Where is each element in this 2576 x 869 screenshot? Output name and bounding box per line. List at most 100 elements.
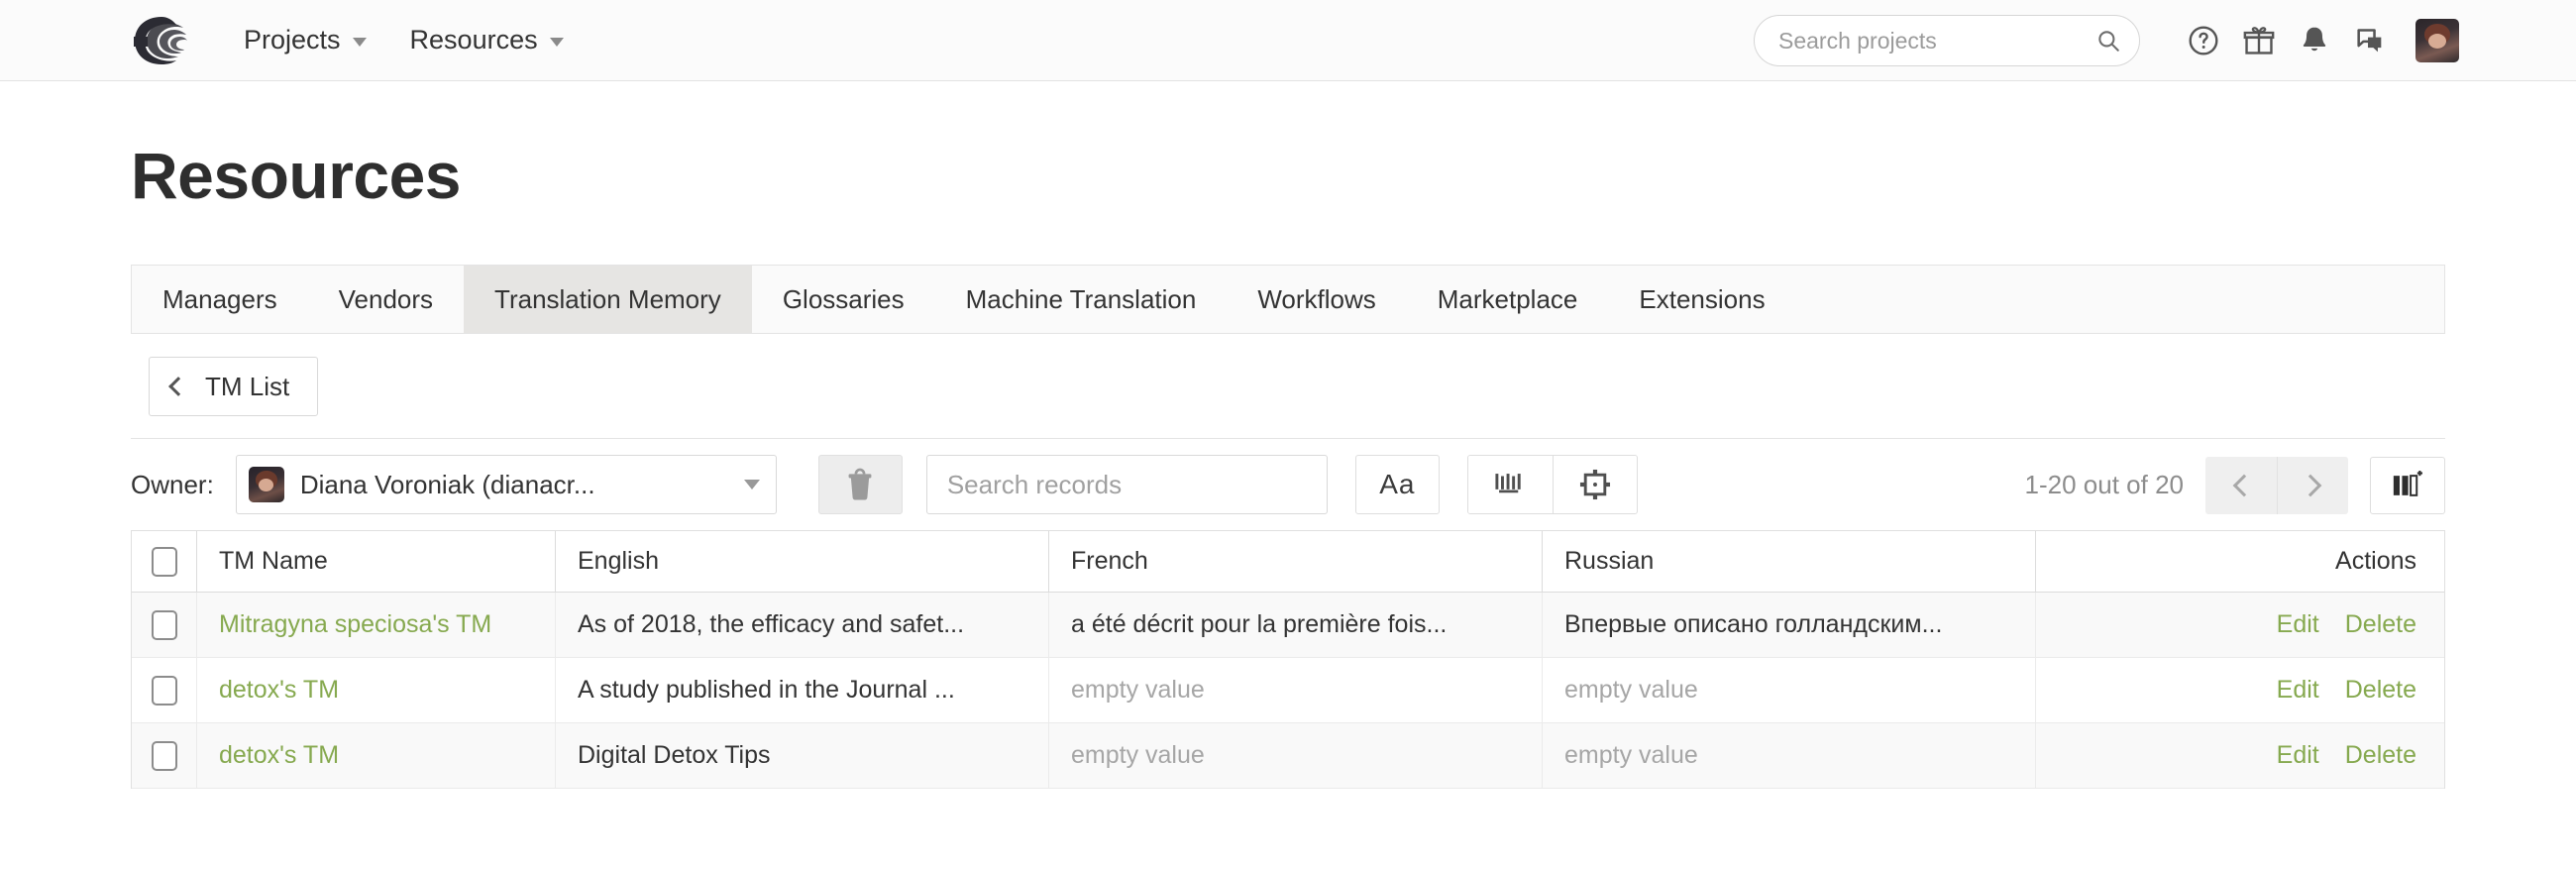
tab-translation-memory[interactable]: Translation Memory <box>464 266 752 333</box>
chat-icon[interactable] <box>2342 13 2398 68</box>
resource-tabs: Managers Vendors Translation Memory Glos… <box>131 265 2445 334</box>
owner-select-value: Diana Voroniak (dianacr... <box>299 469 595 499</box>
cell-french[interactable]: a été décrit pour la première fois... <box>1049 593 1543 657</box>
global-search[interactable] <box>1754 15 2140 66</box>
page-title: Resources <box>131 139 462 212</box>
help-icon[interactable] <box>2176 13 2231 68</box>
select-all-checkbox[interactable] <box>151 546 177 577</box>
column-header-actions: Actions <box>2335 547 2416 575</box>
chevron-right-icon <box>2299 474 2322 496</box>
pagination-count: 1-20 out of 20 <box>2024 470 2184 499</box>
column-header-english[interactable]: English <box>556 531 1049 592</box>
table-header-row: TM Name English French Russian Actions <box>132 531 2444 593</box>
tab-extensions[interactable]: Extensions <box>1608 266 1795 333</box>
cell-tm-name: detox's TM <box>197 658 556 722</box>
row-checkbox[interactable] <box>151 609 177 640</box>
cell-english[interactable]: A study published in the Journal ... <box>556 658 1049 722</box>
view-options-group <box>1466 455 1638 514</box>
table-row: detox's TM A study published in the Jour… <box>132 658 2444 723</box>
top-bar-actions <box>1754 0 2459 81</box>
avatar[interactable] <box>2415 19 2459 62</box>
delete-link[interactable]: Delete <box>2345 610 2416 639</box>
delete-link[interactable]: Delete <box>2345 676 2416 705</box>
edit-link[interactable]: Edit <box>2277 610 2319 639</box>
chevron-left-icon <box>2232 474 2255 496</box>
nav-resources-label: Resources <box>409 25 538 54</box>
row-checkbox[interactable] <box>151 740 177 771</box>
tab-glossaries[interactable]: Glossaries <box>752 266 935 333</box>
smartcat-logo[interactable] <box>131 13 192 68</box>
tm-name-link[interactable]: detox's TM <box>219 676 339 705</box>
cell-actions: Edit Delete <box>2036 723 2444 788</box>
nav-projects[interactable]: Projects <box>244 25 367 55</box>
page-content: Resources Managers Vendors Translation M… <box>0 143 2576 789</box>
column-header-russian[interactable]: Russian <box>1543 531 2036 592</box>
owner-avatar <box>248 467 284 502</box>
prev-page-button[interactable] <box>2205 456 2277 514</box>
chevron-down-icon <box>352 38 367 47</box>
table-row: detox's TM Digital Detox Tips empty valu… <box>132 723 2444 789</box>
search-records-input[interactable] <box>944 468 1309 501</box>
top-navigation-bar: Projects Resources <box>0 0 2576 81</box>
sub-navigation: TM List <box>131 334 2445 438</box>
select-all-cell <box>132 531 197 592</box>
edit-link[interactable]: Edit <box>2277 741 2319 770</box>
main-nav-links: Projects Resources <box>244 25 564 55</box>
add-column-icon <box>2393 470 2423 496</box>
tm-records-table: TM Name English French Russian Actions M… <box>131 530 2445 789</box>
row-select-cell <box>132 723 197 788</box>
table-row: Mitragyna speciosa's TM As of 2018, the … <box>132 593 2444 658</box>
pagination: 1-20 out of 20 <box>2025 439 2445 531</box>
tab-vendors[interactable]: Vendors <box>308 266 464 333</box>
tab-managers[interactable]: Managers <box>132 266 308 333</box>
tags-button[interactable] <box>1467 456 1553 513</box>
case-sensitive-label: Aa <box>1379 469 1416 499</box>
cell-english[interactable]: As of 2018, the efficacy and safet... <box>556 593 1049 657</box>
chevron-left-icon <box>168 377 188 396</box>
row-select-cell <box>132 658 197 722</box>
bell-icon[interactable] <box>2287 13 2342 68</box>
placeholder-icon <box>1579 469 1610 500</box>
owner-select[interactable]: Diana Voroniak (dianacr... <box>235 455 777 514</box>
delete-link[interactable]: Delete <box>2345 741 2416 770</box>
tab-marketplace[interactable]: Marketplace <box>1407 266 1609 333</box>
tab-workflows[interactable]: Workflows <box>1227 266 1406 333</box>
records-search[interactable] <box>925 455 1328 514</box>
chevron-down-icon <box>743 480 760 489</box>
cell-actions: Edit Delete <box>2036 593 2444 657</box>
search-icon <box>2098 31 2119 52</box>
cell-french[interactable]: empty value <box>1049 723 1543 788</box>
search-input[interactable] <box>1776 26 2095 55</box>
add-column-button[interactable] <box>2370 456 2445 514</box>
nav-projects-label: Projects <box>244 25 341 54</box>
records-toolbar: Owner: Diana Voroniak (dianacr... Aa <box>131 438 2445 530</box>
gift-icon[interactable] <box>2231 13 2287 68</box>
trash-icon <box>848 468 872 500</box>
owner-label: Owner: <box>131 469 214 499</box>
edit-link[interactable]: Edit <box>2277 676 2319 705</box>
row-checkbox[interactable] <box>151 675 177 706</box>
cell-actions: Edit Delete <box>2036 658 2444 722</box>
column-header-tm-name[interactable]: TM Name <box>197 531 556 592</box>
cell-russian[interactable]: empty value <box>1543 723 2036 788</box>
tm-list-back-label: TM List <box>205 371 290 401</box>
tm-name-link[interactable]: Mitragyna speciosa's TM <box>219 610 491 639</box>
cell-tm-name: Mitragyna speciosa's TM <box>197 593 556 657</box>
row-select-cell <box>132 593 197 657</box>
nav-resources[interactable]: Resources <box>410 25 564 55</box>
cell-english[interactable]: Digital Detox Tips <box>556 723 1049 788</box>
cell-french[interactable]: empty value <box>1049 658 1543 722</box>
chevron-down-icon <box>549 38 564 47</box>
tags-icon <box>1495 474 1521 493</box>
case-sensitive-button[interactable]: Aa <box>1354 455 1440 514</box>
tm-list-back-button[interactable]: TM List <box>149 357 319 416</box>
column-header-french[interactable]: French <box>1049 531 1543 592</box>
delete-button[interactable] <box>817 455 903 514</box>
pagination-nav <box>2205 456 2348 514</box>
next-page-button[interactable] <box>2277 456 2348 514</box>
tab-machine-translation[interactable]: Machine Translation <box>935 266 1228 333</box>
tm-name-link[interactable]: detox's TM <box>219 741 339 770</box>
cell-russian[interactable]: empty value <box>1543 658 2036 722</box>
placeholder-button[interactable] <box>1552 456 1637 513</box>
cell-russian[interactable]: Впервые описано голландским... <box>1543 593 2036 657</box>
